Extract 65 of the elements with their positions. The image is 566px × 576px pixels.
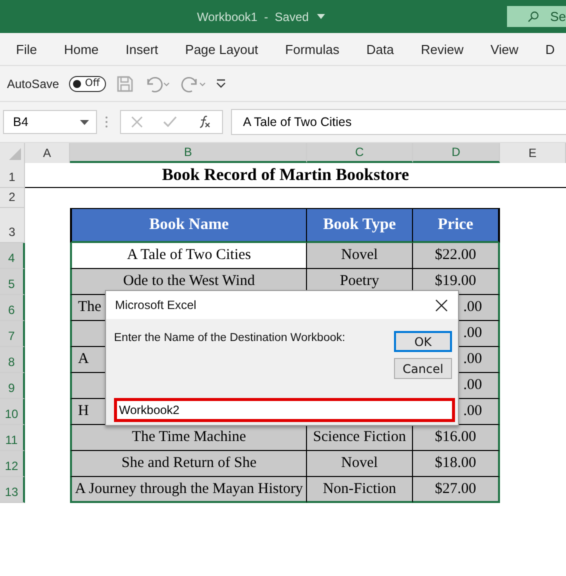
column-heading: Price [413,208,500,243]
row-header[interactable]: 2 [0,188,25,208]
input-field[interactable]: Workbook2 [114,398,455,422]
autosave-label: AutoSave [7,76,60,90]
prompt-text: Enter the Name of the Destination Workbook: [114,332,346,346]
dialog-title: Microsoft Excel [115,298,196,312]
menu-tab[interactable]: Formulas [268,42,350,56]
row-header[interactable]: 7 [0,321,25,347]
table-cell: She and Return of She [70,451,307,477]
caret-icon[interactable] [316,14,325,19]
table-cell: $27.00 [413,477,500,503]
menu-tab[interactable]: Page Layout [168,42,268,56]
table-cell: Non-Fiction [307,477,413,503]
row-header[interactable]: 8 [0,347,25,373]
column-header[interactable]: B [70,143,307,163]
menu-tab[interactable]: View [473,42,528,56]
menu-tab[interactable]: Home [46,42,109,56]
customize-icon[interactable] [216,78,226,88]
redo-icon[interactable] [180,74,206,92]
row-header[interactable]: 13 [0,477,25,503]
row-header[interactable]: 11 [0,425,25,451]
table-cell: $22.00 [413,243,500,269]
row-header[interactable]: 1 [0,163,25,188]
close-icon[interactable] [435,298,448,312]
menu-tab[interactable]: Insert [108,42,168,56]
row-header[interactable]: 12 [0,451,25,477]
search-field[interactable]: Se [507,6,566,27]
formula-field[interactable]: A Tale of Two Cities [231,109,566,135]
table-cell: Novel [307,451,413,477]
row-header[interactable]: 6 [0,295,25,321]
table-cell: A Tale of Two Cities [70,243,307,269]
table-cell: A Journey through the Mayan History [70,477,307,503]
row-header[interactable]: 3 [0,208,25,243]
sheet-title: Book Record of Martin Bookstore [162,165,410,185]
row-header[interactable]: 5 [0,269,25,295]
check-icon[interactable] [163,116,178,128]
row-header[interactable]: 4 [0,243,25,269]
dialog-button[interactable]: Cancel [394,358,452,379]
autosave-toggle[interactable]: Off [69,76,106,92]
column-header[interactable]: C [307,143,413,163]
select-all-icon[interactable] [9,148,21,160]
dialog-button[interactable]: OK [394,331,452,352]
menu-tab[interactable]: Review [404,42,474,56]
table-cell: Science Fiction [307,425,413,451]
column-header[interactable]: E [500,143,566,163]
function-icon[interactable] [198,115,212,129]
table-cell: $18.00 [413,451,500,477]
save-icon[interactable] [116,74,134,92]
name-box[interactable]: B4 [3,110,97,134]
table-cell: Novel [307,243,413,269]
search-icon [527,8,540,24]
menu-tab[interactable]: File [0,42,47,56]
window-title: Workbook1 - Saved [197,10,309,24]
menu-tab[interactable]: D [528,42,565,56]
table-cell: The Time Machine [70,425,307,451]
column-header[interactable]: D [413,143,500,163]
cancel-icon[interactable] [131,116,144,128]
caret-icon [80,120,89,124]
column-heading: Book Type [307,208,413,243]
column-heading: Book Name [70,208,307,243]
table-cell: $16.00 [413,425,500,451]
row-header[interactable]: 9 [0,373,25,399]
more-icon [105,116,108,128]
menu-tab[interactable]: Data [349,42,404,56]
row-header[interactable]: 10 [0,399,25,425]
